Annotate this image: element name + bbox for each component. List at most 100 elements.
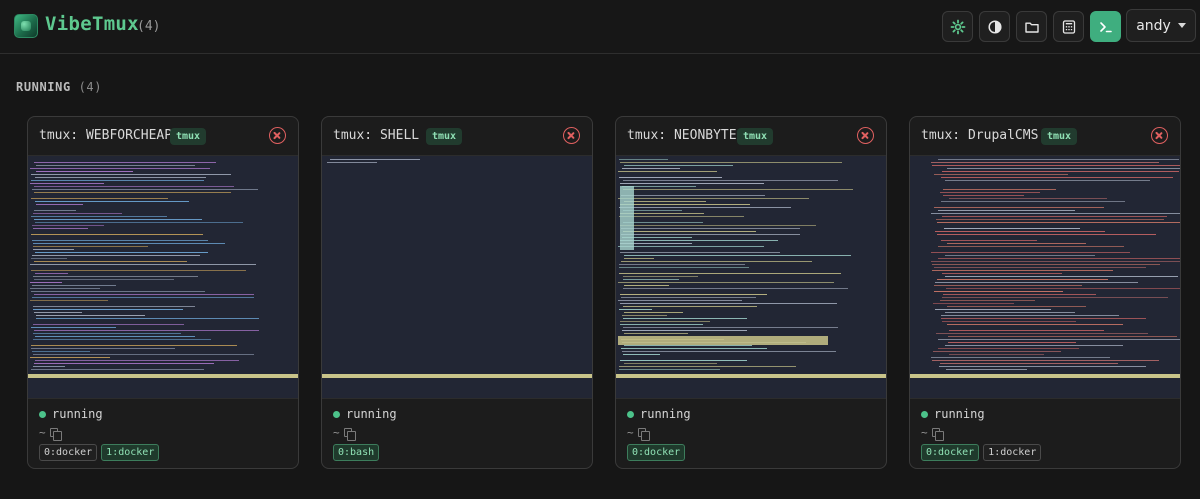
terminal-line: [946, 288, 1180, 289]
terminal-line: [32, 339, 212, 340]
terminal-line: [31, 189, 258, 190]
path-label: ~: [627, 426, 634, 439]
terminal-line: [619, 303, 837, 304]
app-title: VibeTmux: [45, 13, 139, 35]
terminal-line: [32, 333, 181, 334]
calculator-icon: [1062, 19, 1075, 34]
terminal-line: [938, 210, 1076, 211]
window-tab-active[interactable]: 0:bash: [333, 444, 380, 461]
terminal-line: [941, 216, 1168, 217]
card-header: tmux: WEBFORCHEAP tmux: [28, 117, 298, 155]
calculator-button[interactable]: [1053, 11, 1084, 42]
user-menu[interactable]: andy: [1126, 9, 1196, 42]
terminal-line: [33, 219, 202, 220]
terminal-line: [30, 288, 101, 289]
copy-icon[interactable]: [343, 428, 356, 441]
terminal-line: [35, 318, 260, 319]
copy-icon[interactable]: [931, 428, 944, 441]
terminal-line: [623, 201, 706, 202]
window-tab[interactable]: 0:docker: [39, 444, 98, 461]
terminal-line: [937, 222, 1180, 223]
terminal-line: [940, 300, 1036, 301]
terminal-line: [30, 327, 116, 328]
terminal-line: [943, 294, 1096, 295]
terminal-preview[interactable]: [322, 155, 592, 399]
session-card[interactable]: tmux: NEONBYTE tmux running ~ 0:docker: [615, 116, 887, 469]
terminal-button[interactable]: [1090, 11, 1121, 42]
status-dot: [921, 410, 928, 418]
terminal-line: [948, 336, 1177, 337]
terminal-line: [33, 261, 187, 262]
status-dot: [627, 410, 634, 418]
session-card[interactable]: tmux: SHELL tmux running ~ 0:bash: [321, 116, 593, 469]
terminal-line: [33, 330, 259, 331]
terminal-line: [621, 330, 747, 331]
terminal-line: [619, 294, 767, 295]
tmux-status-bar: [910, 374, 1180, 378]
terminal-line: [622, 306, 758, 307]
terminal-line: [948, 354, 1044, 355]
terminal-line: [618, 267, 749, 268]
terminal-line: [31, 174, 232, 175]
terminal-line: [948, 198, 1108, 199]
tmux-status-bar: [616, 374, 886, 378]
session-card[interactable]: tmux: WEBFORCHEAP tmux running ~ 0:docke…: [27, 116, 299, 469]
terminal-line: [941, 273, 1063, 274]
terminal-line: [33, 186, 234, 187]
window-tab-active[interactable]: 0:docker: [921, 444, 980, 461]
terminal-line: [940, 192, 1041, 193]
theme-toggle-button[interactable]: [979, 11, 1010, 42]
terminal-line: [32, 213, 123, 214]
close-icon[interactable]: [857, 127, 874, 144]
terminal-line: [30, 234, 203, 235]
terminal-line: [935, 219, 1164, 220]
terminal-line: [30, 168, 211, 169]
folder-button[interactable]: [1016, 11, 1047, 42]
terminal-preview[interactable]: [910, 155, 1180, 399]
settings-button[interactable]: [942, 11, 973, 42]
terminal-line: [622, 279, 679, 280]
terminal-line: [620, 252, 781, 253]
terminal-line: [31, 216, 168, 217]
terminal-line: [34, 360, 240, 361]
terminal-line: [623, 285, 670, 286]
status-dot: [39, 410, 46, 418]
window-tab-active[interactable]: 1:docker: [101, 444, 160, 461]
close-icon[interactable]: [269, 127, 286, 144]
card-header: tmux: SHELL tmux: [322, 117, 592, 155]
session-path: ~: [921, 426, 944, 441]
terminal-line: [935, 282, 1138, 283]
terminal-line: [33, 279, 175, 280]
terminal-preview[interactable]: [616, 155, 886, 399]
close-icon[interactable]: [563, 127, 580, 144]
tmux-status-bar: [28, 374, 298, 378]
terminal-line: [618, 300, 742, 301]
terminal-line: [620, 225, 816, 226]
terminal-line: [949, 330, 1105, 331]
window-tab[interactable]: 1:docker: [983, 444, 1042, 461]
close-icon[interactable]: [1151, 127, 1168, 144]
terminal-line: [930, 261, 1180, 262]
terminal-line: [32, 225, 104, 226]
terminal-line: [934, 285, 1083, 286]
terminal-line: [35, 315, 146, 316]
terminal-line: [31, 369, 204, 370]
terminal-line: [935, 309, 1051, 310]
terminal-line: [623, 312, 683, 313]
section-header: RUNNING (4): [16, 80, 102, 94]
copy-icon[interactable]: [637, 428, 650, 441]
terminal-line: [939, 363, 1118, 364]
path-label: ~: [39, 426, 46, 439]
terminal-line: [621, 348, 768, 349]
terminal-line: [326, 162, 377, 163]
section-label: RUNNING: [16, 80, 71, 94]
terminal-line: [32, 276, 199, 277]
copy-icon[interactable]: [49, 428, 62, 441]
terminal-line: [30, 183, 105, 184]
terminal-preview[interactable]: [28, 155, 298, 399]
path-label: ~: [333, 426, 340, 439]
window-tab-active[interactable]: 0:docker: [627, 444, 686, 461]
terminal-line: [32, 228, 88, 229]
terminal-line: [945, 276, 1179, 277]
session-card[interactable]: tmux: DrupalCMS tmux running ~ 0:docker …: [909, 116, 1181, 469]
